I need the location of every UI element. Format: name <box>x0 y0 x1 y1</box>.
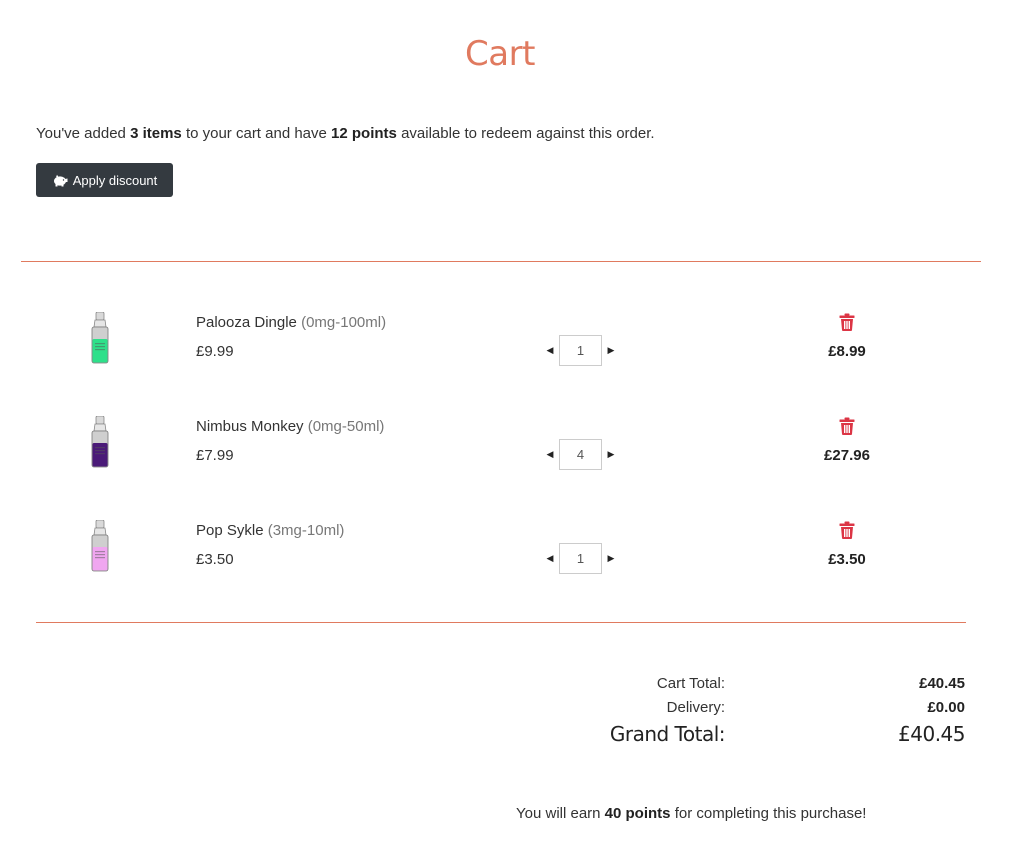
page-title: Cart <box>465 34 535 74</box>
decrease-quantity-icon[interactable]: ◀ <box>544 440 556 470</box>
grand-total-value: £40.45 <box>898 722 965 746</box>
item-subtotal: £27.96 <box>824 447 870 464</box>
increase-quantity-icon[interactable]: ▶ <box>605 336 617 366</box>
divider-bottom <box>36 622 966 623</box>
decrease-quantity-icon[interactable]: ◀ <box>544 544 556 574</box>
apply-discount-label: Apply discount <box>72 172 158 188</box>
divider-top <box>21 261 981 262</box>
quantity-input[interactable] <box>559 335 602 366</box>
delivery-label: Delivery: <box>666 699 725 716</box>
trash-icon[interactable] <box>839 417 855 435</box>
trash-icon[interactable] <box>839 313 855 331</box>
decrease-quantity-icon[interactable]: ◀ <box>544 336 556 366</box>
product-bottle-image <box>89 311 111 366</box>
cart-item-row: Nimbus Monkey (0mg-50ml)£7.99◀▶£27.96 <box>0 415 1017 496</box>
earn-points: 40 points <box>604 805 671 822</box>
trash-icon[interactable] <box>839 521 855 539</box>
cart-total-label: Cart Total: <box>656 675 725 692</box>
delivery-value: £0.00 <box>927 699 965 716</box>
product-price: £9.99 <box>196 343 234 360</box>
piggy-bank-icon <box>52 174 68 187</box>
grand-total-label: Grand Total: <box>609 722 726 746</box>
product-variant: (0mg-50ml) <box>307 418 385 435</box>
items-count: 3 items <box>130 125 182 142</box>
product-price: £3.50 <box>196 551 234 568</box>
quantity-stepper: ◀▶ <box>544 439 617 470</box>
quantity-stepper: ◀▶ <box>544 335 617 366</box>
cart-item-row: Palooza Dingle (0mg-100ml)£9.99◀▶£8.99 <box>0 311 1017 392</box>
product-variant: (0mg-100ml) <box>301 314 387 331</box>
product-name: Pop Sykle (3mg-10ml) <box>196 522 345 539</box>
product-bottle-image <box>89 415 111 470</box>
quantity-input[interactable] <box>559 439 602 470</box>
product-bottle-image <box>89 519 111 574</box>
product-name: Palooza Dingle (0mg-100ml) <box>196 314 387 331</box>
cart-summary-text: You've added 3 items to your cart and ha… <box>36 125 655 142</box>
increase-quantity-icon[interactable]: ▶ <box>605 440 617 470</box>
increase-quantity-icon[interactable]: ▶ <box>605 544 617 574</box>
quantity-input[interactable] <box>559 543 602 574</box>
product-price: £7.99 <box>196 447 234 464</box>
available-points: 12 points <box>331 125 397 142</box>
apply-discount-button[interactable]: Apply discount <box>36 163 173 197</box>
product-name: Nimbus Monkey (0mg-50ml) <box>196 418 385 435</box>
cart-total-value: £40.45 <box>919 675 965 692</box>
earn-points-text: You will earn 40 points for completing t… <box>516 805 867 822</box>
cart-item-row: Pop Sykle (3mg-10ml)£3.50◀▶£3.50 <box>0 519 1017 600</box>
product-variant: (3mg-10ml) <box>267 522 345 539</box>
quantity-stepper: ◀▶ <box>544 543 617 574</box>
item-subtotal: £3.50 <box>828 551 866 568</box>
item-subtotal: £8.99 <box>828 343 866 360</box>
